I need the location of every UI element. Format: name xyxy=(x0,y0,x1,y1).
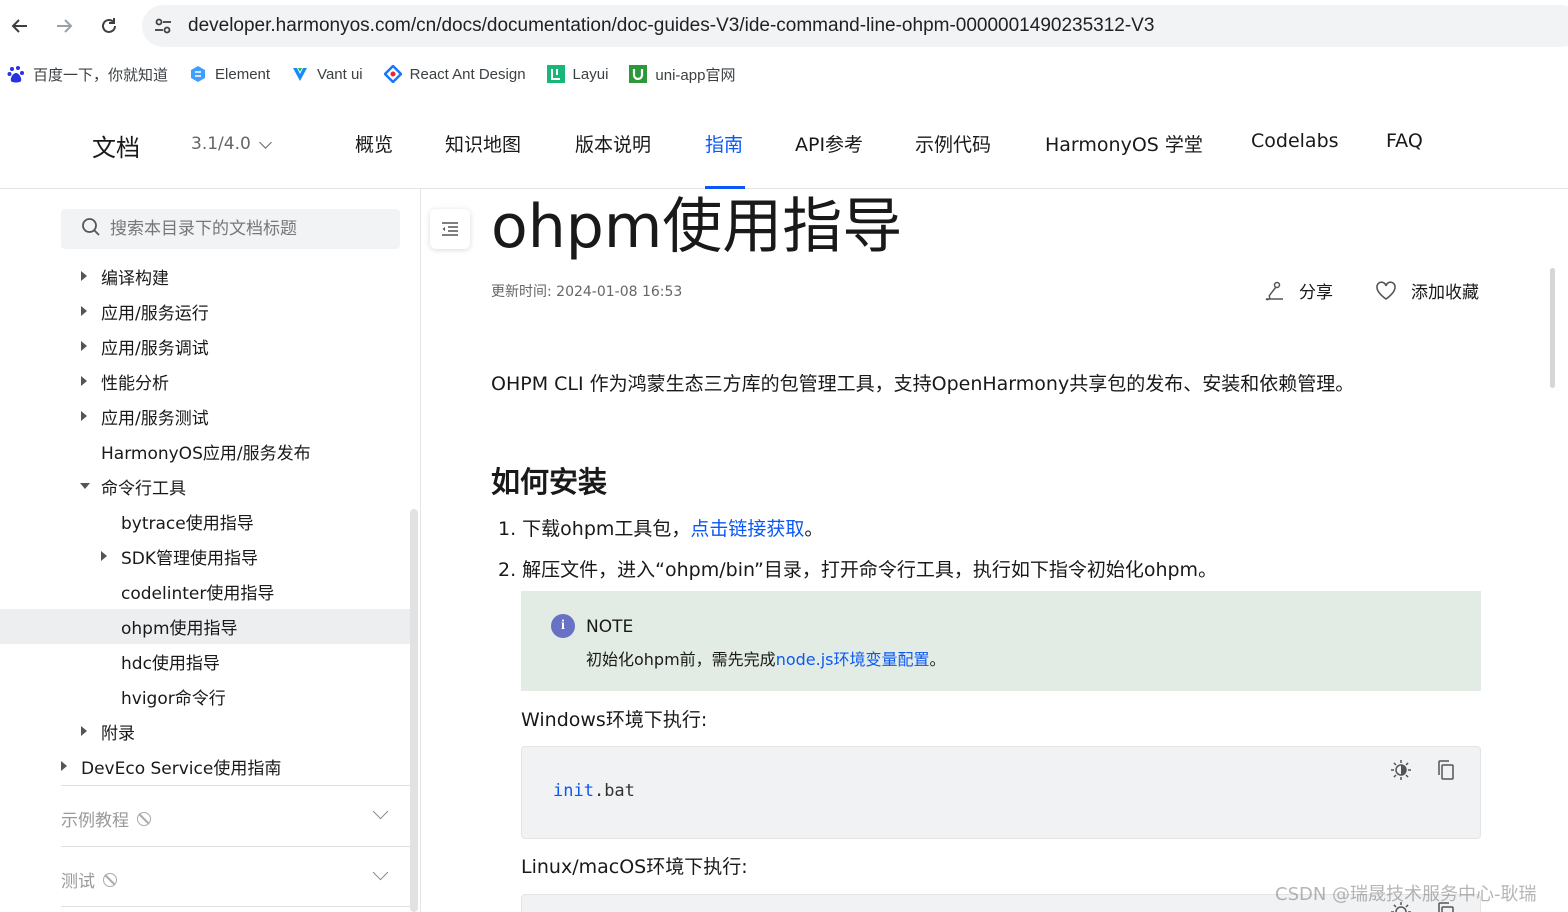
expand-arrow-icon xyxy=(81,271,87,281)
note-title: NOTE xyxy=(586,617,634,637)
sidebar-item-deveco-service[interactable]: DevEco Service使用指南 xyxy=(60,749,281,784)
nav-release-notes[interactable]: 版本说明 xyxy=(575,130,651,157)
bookmark-layui[interactable]: Layui xyxy=(546,65,608,83)
linux-label: Linux/macOS环境下执行: xyxy=(521,856,748,878)
sidebar-item-run[interactable]: 应用/服务运行 xyxy=(80,294,209,329)
browser-toolbar: developer.harmonyos.com/cn/docs/document… xyxy=(0,0,1568,52)
bookmark-uniapp[interactable]: uni-app官网 xyxy=(629,64,735,85)
share-icon xyxy=(1263,281,1285,301)
copy-icon[interactable] xyxy=(1436,759,1456,785)
sidebar-section-tutorials[interactable]: 示例教程 xyxy=(61,785,410,845)
nav-guide[interactable]: 指南 xyxy=(705,130,743,157)
chevron-down-icon[interactable] xyxy=(372,864,389,881)
theme-toggle-icon[interactable] xyxy=(1390,759,1412,785)
code-block-windows: init.bat xyxy=(521,746,1481,839)
bookmarks-bar: 百度一下，你就知道 Element Vant ui React Ant Desi… xyxy=(0,56,1568,92)
section-heading-install: 如何安装 xyxy=(491,465,608,499)
expand-arrow-icon xyxy=(61,761,67,771)
sidebar-divider xyxy=(61,906,410,912)
sidebar-item-bytrace[interactable]: bytrace使用指导 xyxy=(121,504,254,539)
expand-arrow-icon xyxy=(81,726,87,736)
disabled-icon xyxy=(103,872,117,887)
sidebar-item-hvigor[interactable]: hvigor命令行 xyxy=(121,679,226,714)
element-icon xyxy=(189,65,207,83)
sidebar-item-debug[interactable]: 应用/服务调试 xyxy=(80,329,209,364)
sidebar-item-testing[interactable]: 应用/服务测试 xyxy=(80,399,209,434)
url-text: developer.harmonyos.com/cn/docs/document… xyxy=(188,15,1155,36)
baidu-icon xyxy=(7,65,25,83)
nav-harmonyos-academy[interactable]: HarmonyOS 学堂 xyxy=(1045,130,1203,157)
page-title: ohpm使用指导 xyxy=(491,192,903,262)
site-header: 文档 3.1/4.0 概览 知识地图 版本说明 指南 API参考 示例代码 Ha… xyxy=(0,100,1568,189)
sidebar-search-input[interactable] xyxy=(110,219,390,239)
sidebar-scrollbar[interactable] xyxy=(410,509,418,912)
nodejs-env-link[interactable]: node.js环境变量配置 xyxy=(776,650,930,669)
add-favorite-button[interactable]: 添加收藏 xyxy=(1375,278,1479,303)
note-box: i NOTE 初始化ohpm前，需先完成node.js环境变量配置。 xyxy=(521,591,1481,691)
bookmark-baidu[interactable]: 百度一下，你就知道 xyxy=(7,64,168,85)
note-body: 初始化ohpm前，需先完成node.js环境变量配置。 xyxy=(586,650,946,669)
forward-button[interactable] xyxy=(50,12,78,40)
watermark: CSDN @瑞晟技术服务中心-耿瑞 xyxy=(1275,884,1537,905)
nav-codelabs[interactable]: Codelabs xyxy=(1251,130,1339,152)
sidebar-item-sdk-manager[interactable]: SDK管理使用指导 xyxy=(100,539,258,574)
chevron-down-icon[interactable] xyxy=(372,803,389,820)
version-selector[interactable]: 3.1/4.0 xyxy=(191,134,272,154)
sidebar-search[interactable] xyxy=(61,209,400,249)
page-scrollbar[interactable] xyxy=(1550,268,1555,388)
sidebar-item-publish[interactable]: HarmonyOS应用/服务发布 xyxy=(101,434,311,469)
install-step-2: 2. 解压文件，进入“ohpm/bin”目录，打开命令行工具，执行如下指令初始化… xyxy=(498,559,1218,581)
sidebar-section-test[interactable]: 测试 xyxy=(61,846,410,906)
sidebar-item-build[interactable]: 编译构建 xyxy=(80,259,169,294)
site-settings-icon[interactable] xyxy=(152,15,174,41)
site-logo[interactable]: 文档 xyxy=(92,128,140,163)
windows-label: Windows环境下执行: xyxy=(521,709,708,731)
uniapp-icon xyxy=(629,65,648,83)
sidebar-item-hdc[interactable]: hdc使用指导 xyxy=(121,644,220,679)
reload-button[interactable] xyxy=(95,12,123,40)
disabled-icon xyxy=(137,811,151,826)
nav-api-reference[interactable]: API参考 xyxy=(795,130,863,157)
nav-faq[interactable]: FAQ xyxy=(1386,130,1423,152)
sidebar-item-profiling[interactable]: 性能分析 xyxy=(80,364,169,399)
toggle-outline-button[interactable] xyxy=(430,209,470,249)
share-button[interactable]: 分享 xyxy=(1263,278,1333,303)
heart-icon xyxy=(1375,280,1397,301)
vant-icon xyxy=(291,65,309,83)
expand-arrow-icon xyxy=(81,341,87,351)
bookmark-antd[interactable]: React Ant Design xyxy=(382,64,526,84)
address-bar[interactable]: developer.harmonyos.com/cn/docs/document… xyxy=(142,5,1568,47)
antd-icon xyxy=(382,64,403,84)
doc-sidebar: 编译构建 应用/服务运行 应用/服务调试 性能分析 应用/服务测试 Harmon… xyxy=(0,189,421,912)
nav-sample-code[interactable]: 示例代码 xyxy=(915,130,991,157)
search-icon xyxy=(81,217,101,241)
expand-arrow-icon xyxy=(101,551,107,561)
layui-icon xyxy=(546,65,565,83)
info-icon: i xyxy=(551,614,575,638)
expand-arrow-icon xyxy=(81,306,87,316)
bookmark-vant[interactable]: Vant ui xyxy=(291,65,363,83)
code-text: init.bat xyxy=(553,781,635,801)
chevron-down-icon xyxy=(258,135,272,149)
sidebar-item-ohpm[interactable]: ohpm使用指导 xyxy=(121,609,238,644)
expand-arrow-icon xyxy=(81,411,87,421)
download-link[interactable]: 点击链接获取 xyxy=(690,518,804,540)
collapse-arrow-icon xyxy=(80,483,90,489)
bookmark-element[interactable]: Element xyxy=(189,65,270,83)
sidebar-item-cli-tools[interactable]: 命令行工具 xyxy=(80,469,186,504)
install-step-1: 1. 下载ohpm工具包，点击链接获取。 xyxy=(498,518,824,540)
intro-paragraph: OHPM CLI 作为鸿蒙生态三方库的包管理工具，支持OpenHarmony共享… xyxy=(491,373,1355,395)
sidebar-item-appendix[interactable]: 附录 xyxy=(80,714,135,749)
back-button[interactable] xyxy=(6,12,34,40)
updated-time: 更新时间: 2024-01-08 16:53 xyxy=(491,284,683,300)
sidebar-item-codelinter[interactable]: codelinter使用指导 xyxy=(121,574,274,609)
expand-arrow-icon xyxy=(81,376,87,386)
outline-icon xyxy=(442,222,458,236)
nav-overview[interactable]: 概览 xyxy=(355,130,393,157)
nav-knowledge-map[interactable]: 知识地图 xyxy=(445,130,521,157)
